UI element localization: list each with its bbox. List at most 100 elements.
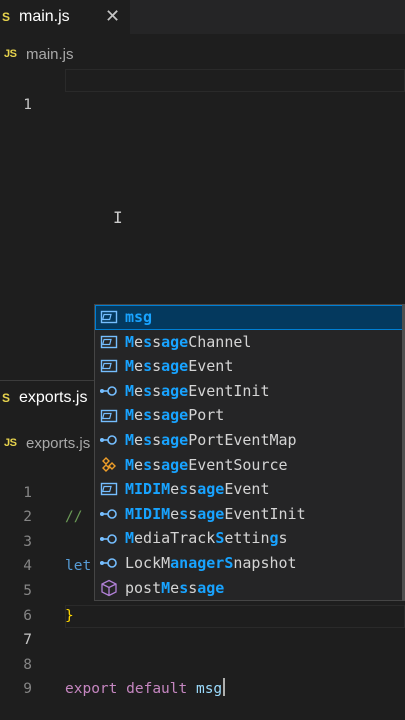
match-highlight: anager xyxy=(170,553,225,572)
suggestion-label: MIDIMessageEventInit xyxy=(125,502,306,527)
label-text: EventSource xyxy=(188,455,288,474)
code-line[interactable]: 1 xyxy=(0,68,405,113)
suggestion-label: MessageChannel xyxy=(125,330,251,355)
suggestion-item[interactable]: msg xyxy=(95,305,404,330)
match-highlight: s xyxy=(143,430,153,449)
label-text: e xyxy=(134,381,144,400)
label-text: napshot xyxy=(233,553,297,572)
match-highlight: age xyxy=(161,332,189,351)
current-line-highlight xyxy=(65,69,405,92)
label-text: s xyxy=(152,430,162,449)
suggestion-item[interactable]: postMessage xyxy=(95,576,404,601)
suggestion-label: msg xyxy=(125,305,152,330)
label-text: s xyxy=(152,406,162,425)
suggestion-item[interactable]: MIDIMessageEventInit xyxy=(95,502,404,527)
close-icon[interactable]: ✕ xyxy=(105,6,120,27)
class-icon xyxy=(98,455,120,475)
breadcrumb[interactable]: JS main.js xyxy=(0,42,74,66)
match-highlight: M xyxy=(161,578,171,597)
match-highlight: s xyxy=(179,504,189,523)
code-line[interactable]: 8 xyxy=(0,628,405,673)
breadcrumb[interactable]: JS exports.js xyxy=(0,431,90,455)
suggestion-item[interactable]: MessageChannel xyxy=(95,330,404,355)
suggestion-label: MIDIMessageEvent xyxy=(125,477,270,502)
tab-main-js[interactable]: S main.js ✕ xyxy=(0,0,130,34)
suggestion-label: MessageEventInit xyxy=(125,379,270,404)
label-text: e xyxy=(134,430,144,449)
suggestion-label: MessageEvent xyxy=(125,354,233,379)
match-highlight: age xyxy=(161,381,189,400)
js-file-icon: S xyxy=(2,10,10,24)
match-highlight: age xyxy=(197,504,225,523)
match-highlight: MIDIM xyxy=(125,504,171,523)
suggestion-label: postMessage xyxy=(125,576,224,601)
suggestion-label: MessageEventSource xyxy=(125,453,288,478)
label-text: e xyxy=(134,406,144,425)
match-highlight: MIDIM xyxy=(125,480,171,499)
code-line-active[interactable]: 7 export default msg xyxy=(0,604,405,697)
label-text: e xyxy=(170,578,180,597)
text-cursor-icon: I xyxy=(113,208,123,227)
label-text: e xyxy=(170,504,180,523)
code-line[interactable]: 9 xyxy=(0,653,405,697)
label-text: e xyxy=(170,480,180,499)
suggestion-label: LockManagerSnapshot xyxy=(125,551,297,576)
label-text: Event xyxy=(188,357,234,376)
tab-bar: S main.js ✕ xyxy=(0,0,405,34)
label-text: PortEventMap xyxy=(188,430,297,449)
label-text: s xyxy=(152,381,162,400)
match-highlight: s xyxy=(143,332,153,351)
match-highlight: msg xyxy=(125,308,153,326)
suggestion-item[interactable]: MediaTrackSettings xyxy=(95,526,404,551)
label-text: ediaTrack xyxy=(134,529,216,548)
suggestion-item[interactable]: MessageEventSource xyxy=(95,453,404,478)
label-text: s xyxy=(278,529,288,548)
suggestion-item[interactable]: MessageEventInit xyxy=(95,379,404,404)
interface-icon xyxy=(98,529,120,549)
suggestion-item[interactable]: MIDIMessageEvent xyxy=(95,477,404,502)
match-highlight: M xyxy=(125,332,135,351)
label-text: e xyxy=(134,455,144,474)
label-text: s xyxy=(152,357,162,376)
match-highlight: age xyxy=(161,357,189,376)
label-text: Event xyxy=(224,480,270,499)
match-highlight: M xyxy=(125,430,135,449)
code-keyword-default: default xyxy=(126,681,188,698)
label-text: Channel xyxy=(188,332,252,351)
label-text: EventInit xyxy=(224,504,306,523)
match-highlight: s xyxy=(143,357,153,376)
match-highlight: S xyxy=(215,529,225,548)
suggestion-label: MessagePortEventMap xyxy=(125,428,297,453)
interface-icon xyxy=(98,381,120,401)
label-text: s xyxy=(188,578,198,597)
variable-icon xyxy=(98,332,120,352)
suggestion-label: MediaTrackSettings xyxy=(125,526,288,551)
match-highlight: age xyxy=(161,455,189,474)
method-icon xyxy=(98,578,120,598)
suggestion-item[interactable]: MessageEvent xyxy=(95,354,404,379)
code-keyword-export: export xyxy=(65,681,118,698)
breadcrumb-file[interactable]: exports.js xyxy=(26,435,90,452)
match-highlight: s xyxy=(179,480,189,499)
current-line-highlight xyxy=(65,604,405,628)
suggestion-item[interactable]: LockManagerSnapshot xyxy=(95,551,404,576)
js-file-icon: JS xyxy=(4,437,17,449)
label-text: ettin xyxy=(224,529,270,548)
tab-label: exports.js xyxy=(19,389,88,406)
suggestion-item[interactable]: MessagePortEventMap xyxy=(95,428,404,453)
match-highlight: M xyxy=(125,529,135,548)
js-file-icon: JS xyxy=(4,48,17,60)
label-text: s xyxy=(152,455,162,474)
tab-label: main.js xyxy=(19,8,70,25)
suggestion-item[interactable]: MessagePort xyxy=(95,403,404,428)
variable-icon xyxy=(98,406,120,426)
tab-exports-js[interactable]: S exports.js xyxy=(0,381,98,415)
breadcrumb-file[interactable]: main.js xyxy=(26,46,74,63)
autocomplete-suggestion-list[interactable]: msg MessageChannel MessageEvent MessageEven… xyxy=(94,304,405,601)
variable-icon xyxy=(98,479,120,499)
interface-icon xyxy=(98,504,120,524)
line-number: 1 xyxy=(23,96,32,113)
code-editor[interactable]: 1 xyxy=(0,68,405,113)
label-text: s xyxy=(188,480,198,499)
match-highlight: M xyxy=(125,406,135,425)
